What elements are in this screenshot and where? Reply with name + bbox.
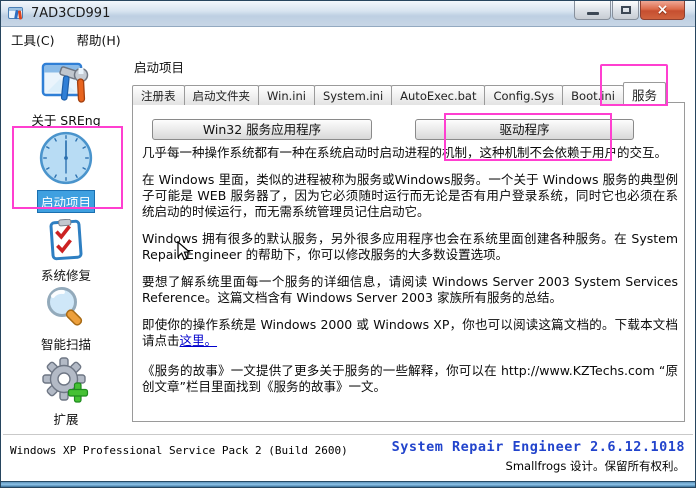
paragraph-services-reference: 要想了解系统里面每一个服务的详细信息，请阅读 Windows Server 20… [142, 274, 678, 305]
checklist-icon [49, 218, 83, 261]
sidebar-item-extend-label: 扩展 [53, 412, 79, 427]
title-bar: 7AD3CD991 × [1, 1, 695, 27]
services-tab-panel: Win32 服务应用程序 驱动程序 几乎每一种操作系统都有一种在系统启动时启动进… [132, 102, 685, 422]
win32-services-button[interactable]: Win32 服务应用程序 [152, 119, 372, 140]
tab-config-sys[interactable]: Config.Sys [484, 85, 564, 105]
paragraph-default-services: Windows 拥有很多的默认服务，另外很多应用程序也会在系统里面创建各种服务。… [142, 231, 678, 262]
tab-win-ini[interactable]: Win.ini [258, 85, 315, 105]
tab-boot-ini[interactable]: Boot.ini [562, 85, 624, 105]
sidebar-item-startup-label: 启动项目 [36, 190, 95, 213]
app-window: 7AD3CD991 × 工具(C) 帮助(H) 关于 SREng 启动项目 系统… [0, 0, 696, 488]
statusbar-os-version: Windows XP Professional Service Pack 2 (… [10, 444, 348, 457]
tab-strip: 注册表 启动文件夹 Win.ini System.ini AutoExec.ba… [132, 82, 666, 106]
sidebar-item-about[interactable]: 关于 SREng [1, 59, 131, 130]
gear-plus-icon [42, 357, 89, 403]
clock-icon [39, 131, 93, 185]
menu-item-tools[interactable]: 工具(C) [11, 30, 54, 49]
magnifier-icon [47, 287, 83, 326]
statusbar-divider [3, 434, 693, 435]
statusbar-credit: Smallfrogs 设计。保留所有权利。 [505, 459, 685, 473]
services-description-text: 几乎每一种操作系统都有一种在系统启动时启动进程的机制，这种机制不会依赖于用户的交… [142, 145, 678, 406]
sidebar-item-repair-label: 系统修复 [40, 268, 91, 283]
sidebar-item-repair[interactable]: 系统修复 [1, 218, 131, 285]
paragraph-services-story: 《服务的故事》一文提供了更多关于服务的一些解释，你可以在 http://www.… [142, 363, 678, 394]
sidebar-item-about-label: 关于 SREng [31, 113, 101, 128]
tab-services[interactable]: 服务 [622, 82, 666, 106]
sidebar-item-scan[interactable]: 智能扫描 [1, 284, 131, 354]
download-doc-text: 即使你的操作系统是 Windows 2000 或 Windows XP，你也可以… [142, 317, 678, 348]
tab-system-ini[interactable]: System.ini [313, 85, 393, 105]
paragraph-intro: 几乎每一种操作系统都有一种在系统启动时启动进程的机制，这种机制不会依赖于用户的交… [142, 145, 668, 160]
page-title: 启动项目 [134, 60, 185, 75]
window-bottom-border [1, 481, 695, 487]
close-button[interactable]: × [640, 1, 685, 20]
maximize-icon [620, 6, 631, 14]
tab-autoexec-bat[interactable]: AutoExec.bat [391, 85, 486, 105]
tab-registry[interactable]: 注册表 [132, 85, 185, 105]
paragraph-windows-services: 在 Windows 里面，类似的进程被称为服务或Windows服务。一个关于 W… [142, 172, 678, 219]
sidebar-item-startup[interactable]: 启动项目 [1, 129, 131, 213]
app-icon [8, 6, 25, 25]
minimize-button[interactable] [574, 1, 611, 20]
window-title: 7AD3CD991 [31, 6, 111, 21]
sidebar-item-scan-label: 智能扫描 [40, 337, 91, 352]
tab-startup-folder[interactable]: 启动文件夹 [183, 85, 259, 105]
window-controls: × [574, 1, 685, 20]
menu-bar: 工具(C) 帮助(H) [1, 28, 695, 51]
maximize-button[interactable] [612, 1, 639, 20]
close-icon: × [656, 2, 669, 18]
window-tools-icon [41, 62, 89, 103]
download-here-link[interactable]: 这里。 [180, 333, 218, 348]
minimize-icon [586, 11, 599, 15]
menu-item-help[interactable]: 帮助(H) [76, 30, 120, 49]
paragraph-download-doc: 即使你的操作系统是 Windows 2000 或 Windows XP，你也可以… [142, 317, 678, 349]
statusbar-app-version: System Repair Engineer 2.6.12.1018 [391, 439, 685, 455]
drivers-button[interactable]: 驱动程序 [415, 119, 634, 140]
sidebar-item-extend[interactable]: 扩展 [1, 357, 131, 429]
